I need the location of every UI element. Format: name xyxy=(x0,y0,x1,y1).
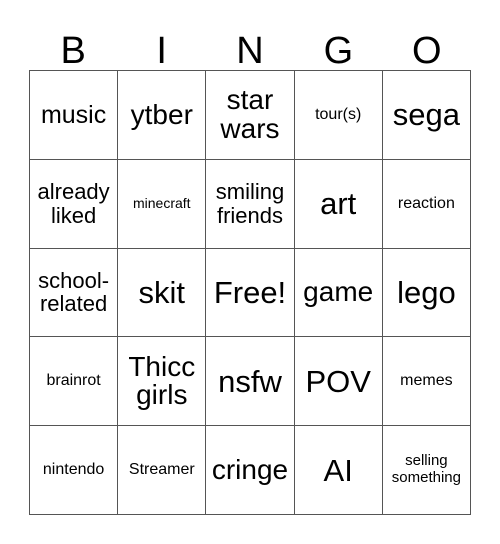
bingo-cell-r2-c5[interactable]: reaction xyxy=(382,159,471,249)
bingo-cell-r1-c5[interactable]: sega xyxy=(382,71,471,160)
bingo-cell-label: skit xyxy=(138,274,186,310)
bingo-card: B I N G O music ytber star wars tour(s) sega alre… xyxy=(0,0,500,544)
bingo-cell-label: nsfw xyxy=(218,363,282,399)
bingo-cell-label: cringe xyxy=(211,453,289,485)
bingo-cell-label: art xyxy=(320,186,357,222)
bingo-grid: music ytber star wars tour(s) sega already li… xyxy=(29,70,471,515)
bingo-cell-r2-c4[interactable]: art xyxy=(294,159,383,249)
bingo-cell-label: already liked xyxy=(37,179,110,228)
bingo-header-letter-n: N xyxy=(236,30,264,72)
bingo-cell-label: school- related xyxy=(38,268,110,317)
bingo-cell-r1-c3[interactable]: star wars xyxy=(206,71,295,160)
bingo-cell-label: memes xyxy=(400,372,453,390)
bingo-cell-r5-c2[interactable]: Streamer xyxy=(118,426,207,515)
bingo-cell-label: tour(s) xyxy=(315,105,362,123)
bingo-cell-label: AI xyxy=(323,452,353,488)
bingo-cell-label: Free! xyxy=(213,274,287,310)
bingo-cell-label: music xyxy=(40,100,107,129)
bingo-header-letter-b: B xyxy=(60,30,86,72)
bingo-cell-r2-c3[interactable]: smiling friends xyxy=(206,159,295,249)
bingo-cell-label: minecraft xyxy=(133,194,191,211)
bingo-cell-r5-c4[interactable]: AI xyxy=(294,426,383,515)
bingo-cell-r5-c1[interactable]: nintendo xyxy=(30,426,119,515)
bingo-cell-label: ytber xyxy=(130,98,193,130)
bingo-cell-label: POV xyxy=(305,363,371,399)
bingo-cell-label: smiling friends xyxy=(215,179,285,228)
bingo-cell-label: lego xyxy=(397,274,456,310)
bingo-cell-r4-c3[interactable]: nsfw xyxy=(206,337,295,427)
bingo-cell-r1-c4[interactable]: tour(s) xyxy=(294,71,383,160)
bingo-cell-r1-c2[interactable]: ytber xyxy=(118,71,207,160)
bingo-cell-label: Thicc girls xyxy=(128,350,196,411)
bingo-cell-r5-c5[interactable]: selling something xyxy=(382,426,471,515)
bingo-cell-r2-c2[interactable]: minecraft xyxy=(118,159,207,249)
bingo-cell-label: star wars xyxy=(220,84,280,144)
bingo-cell-label: sega xyxy=(392,97,460,133)
bingo-cell-r2-c1[interactable]: already liked xyxy=(30,159,119,249)
bingo-cell-label: nintendo xyxy=(42,461,105,479)
bingo-cell-r3-c5[interactable]: lego xyxy=(382,248,471,338)
bingo-cell-r4-c1[interactable]: brainrot xyxy=(30,337,119,427)
bingo-cell-r3-c3[interactable]: Free! xyxy=(206,248,295,338)
bingo-cell-r4-c5[interactable]: memes xyxy=(382,337,471,427)
bingo-header-row: BINGO xyxy=(29,18,471,70)
bingo-header-letter-g: G xyxy=(323,30,354,72)
bingo-header-letter-o: O xyxy=(412,30,442,72)
bingo-cell-r3-c4[interactable]: game xyxy=(294,248,383,338)
bingo-cell-r1-c1[interactable]: music xyxy=(30,71,119,160)
bingo-cell-r4-c2[interactable]: Thicc girls xyxy=(118,337,207,427)
bingo-cell-r5-c3[interactable]: cringe xyxy=(206,426,295,515)
bingo-cell-r3-c2[interactable]: skit xyxy=(118,248,207,338)
bingo-cell-label: selling something xyxy=(391,452,461,487)
bingo-cell-r3-c1[interactable]: school- related xyxy=(30,248,119,338)
bingo-cell-label: Streamer xyxy=(128,461,195,479)
bingo-cell-label: game xyxy=(303,276,374,308)
bingo-header-letter-i: I xyxy=(156,30,167,72)
bingo-cell-label: reaction xyxy=(397,194,455,212)
bingo-cell-label: brainrot xyxy=(46,372,101,390)
bingo-cell-r4-c4[interactable]: POV xyxy=(294,337,383,427)
